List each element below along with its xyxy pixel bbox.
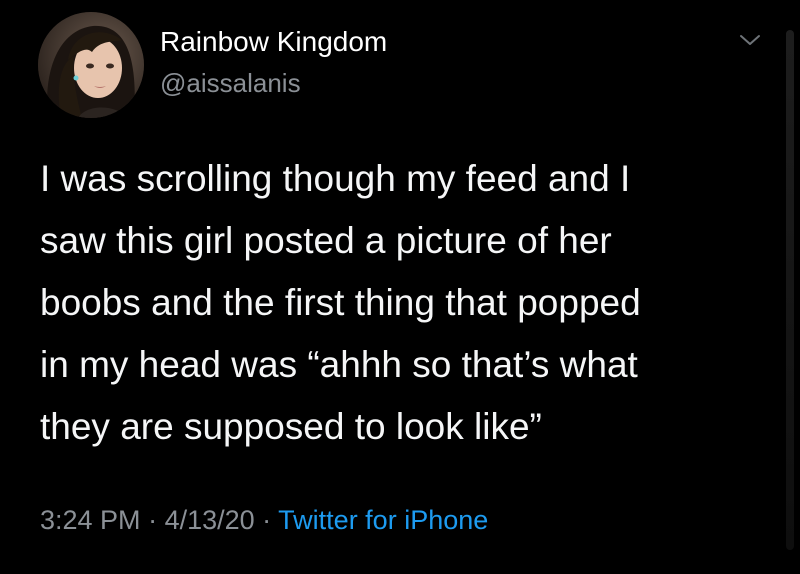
tweet-date[interactable]: 4/13/20 <box>165 505 255 535</box>
chevron-down-icon[interactable] <box>738 30 762 50</box>
display-name[interactable]: Rainbow Kingdom <box>160 26 387 58</box>
tweet-line: boobs and the first thing that popped <box>40 282 641 323</box>
tweet-line: I was scrolling though my feed and I <box>40 158 631 199</box>
tweet-source-link[interactable]: Twitter for iPhone <box>278 505 488 535</box>
tweet-line: in my head was “ahhh so that’s what <box>40 344 638 385</box>
tweet-line: saw this girl posted a picture of her <box>40 220 612 261</box>
avatar-photo-icon <box>38 12 144 118</box>
meta-separator: · <box>254 505 279 535</box>
tweet-line: they are supposed to look like” <box>40 406 542 447</box>
avatar[interactable] <box>38 12 144 118</box>
tweet-time[interactable]: 3:24 PM <box>40 505 141 535</box>
tweet-meta: 3:24 PM · 4/13/20 · Twitter for iPhone <box>40 505 488 536</box>
meta-separator: · <box>140 505 165 535</box>
tweet-text: I was scrolling though my feed and I saw… <box>40 148 770 458</box>
tweet-card: Rainbow Kingdom @aissalanis I was scroll… <box>0 0 800 574</box>
user-handle[interactable]: @aissalanis <box>160 68 301 99</box>
scrollbar[interactable] <box>786 30 794 550</box>
